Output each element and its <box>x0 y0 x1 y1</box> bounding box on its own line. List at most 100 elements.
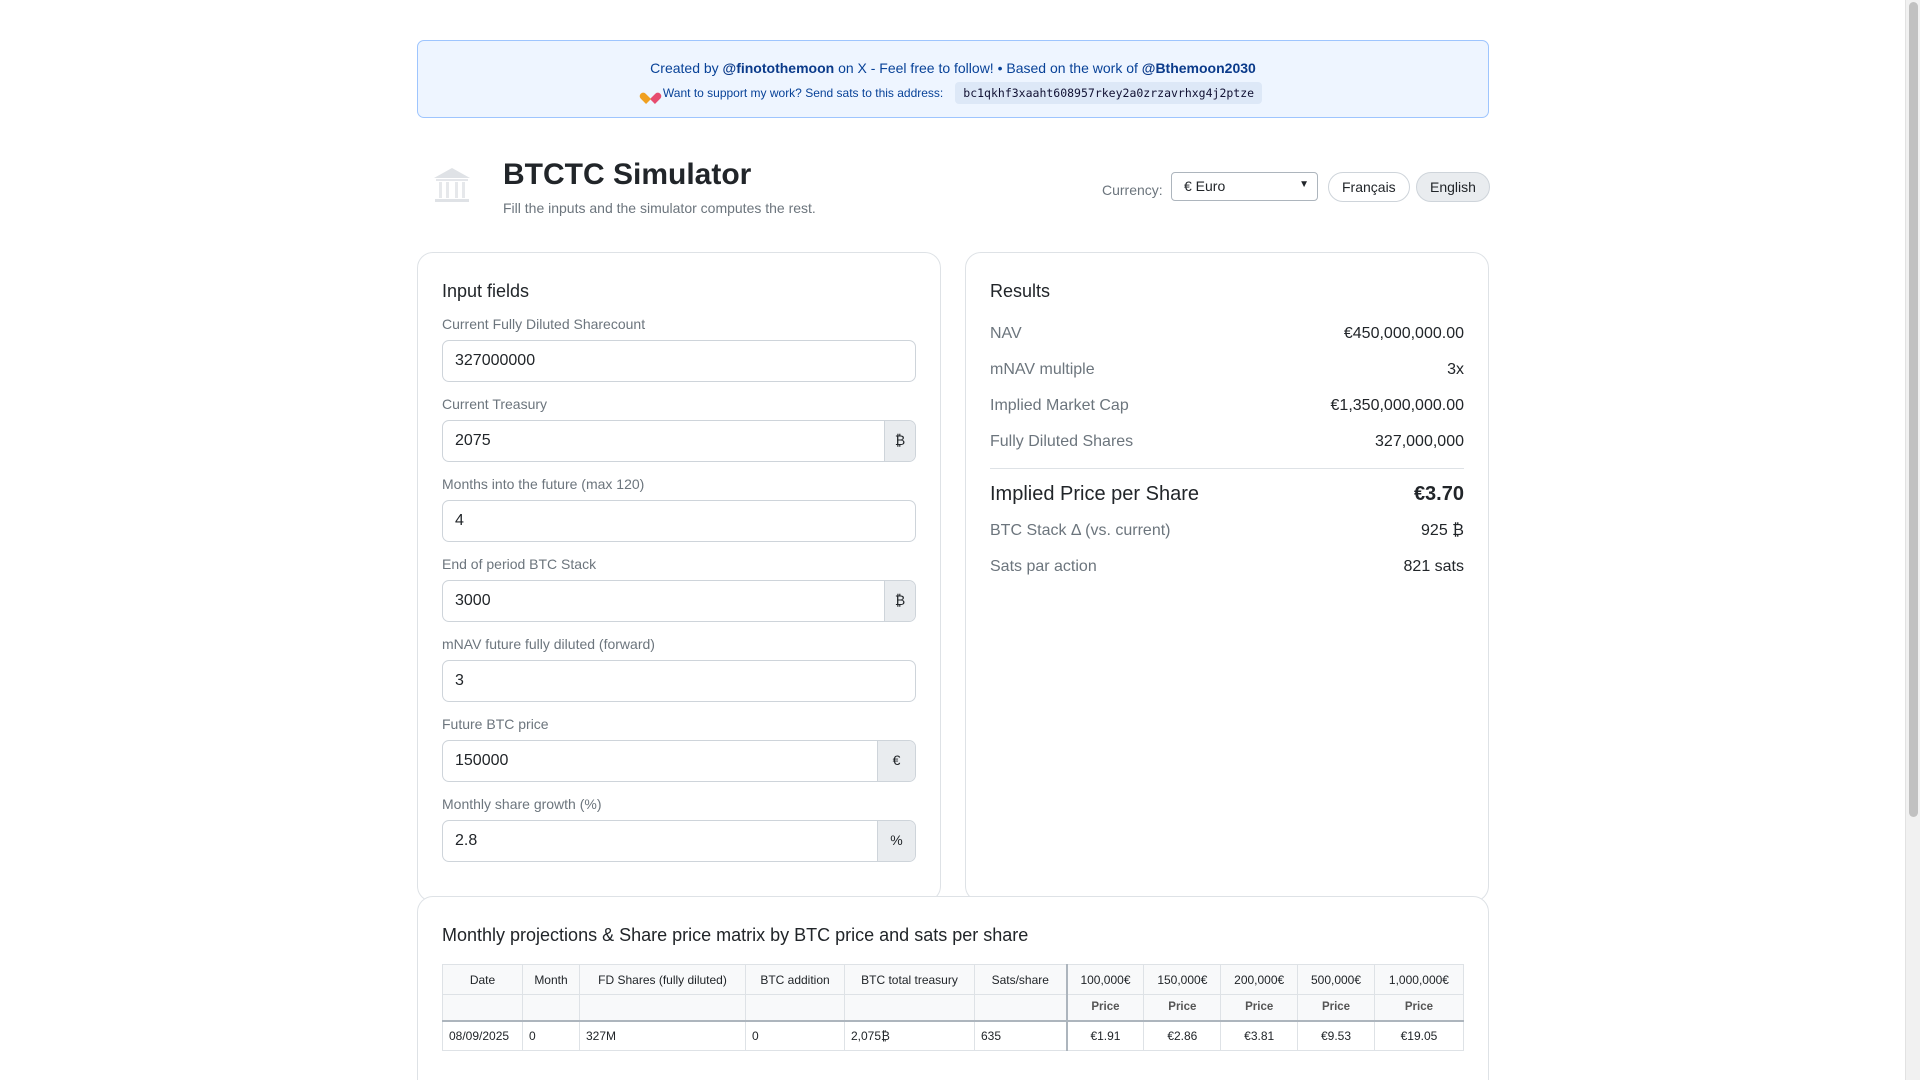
cell-sats-share: 635 <box>974 1020 1067 1051</box>
field-mnav: mNAV future fully diluted (forward) 3 <box>442 636 916 702</box>
input-value[interactable]: 4 <box>443 501 915 541</box>
page-title: BTCTC Simulator <box>503 158 752 191</box>
subheader-price: Price <box>1143 994 1222 1021</box>
col-header-price-150k[interactable]: 150,000€ <box>1143 964 1222 995</box>
subheader-price: Price <box>1297 994 1375 1021</box>
col-header-price-100k[interactable]: 100,000€ <box>1065 964 1145 995</box>
input-value[interactable]: 2.8 <box>443 821 877 861</box>
col-header-price-200k[interactable]: 200,000€ <box>1220 964 1299 995</box>
result-row-price-per-share: Implied Price per Share €3.70 <box>990 475 1464 513</box>
result-row-mnav: mNAV multiple 3x <box>990 352 1464 388</box>
cell-price: €19.05 <box>1373 1020 1465 1051</box>
mnav-input[interactable]: 3 <box>442 660 916 702</box>
author-link-bthemoon[interactable]: @Bthemoon2030 <box>1142 60 1256 76</box>
field-label: Current Fully Diluted Sharecount <box>442 316 646 332</box>
chevron-down-icon: ▼ <box>1299 179 1309 190</box>
cell-price: €2.86 <box>1143 1020 1222 1051</box>
field-end-stack: End of period BTC Stack 3000 ₿ <box>442 556 916 622</box>
support-text: Want to support my work? Send sats to th… <box>662 86 944 100</box>
result-value: €450,000,000.00 <box>1343 325 1464 342</box>
table-subheader-row: Price Price Price Price Price <box>442 994 1465 1021</box>
result-value: 925 ₿ <box>1421 522 1464 539</box>
lang-button-english[interactable]: English <box>1416 172 1490 202</box>
bitcoin-icon: ₿ <box>884 421 915 461</box>
currency-label: Currency: <box>1102 182 1163 198</box>
cell-price: €1.91 <box>1065 1020 1145 1051</box>
subheader-empty <box>844 994 975 1021</box>
subheader-empty <box>522 994 580 1021</box>
input-value[interactable]: 150000 <box>443 741 877 781</box>
share-growth-input[interactable]: 2.8 % <box>442 820 916 862</box>
col-header-sats-share[interactable]: Sats/share <box>974 964 1067 995</box>
cell-date: 08/09/2025 <box>442 1020 523 1051</box>
col-header-btc-treasury[interactable]: BTC total treasury <box>844 964 975 995</box>
field-label: Current Treasury <box>442 396 548 412</box>
cell-btc-addition: 0 <box>745 1020 845 1051</box>
credits-banner: Created by @finotothemoon on X - Feel fr… <box>417 40 1489 118</box>
euro-icon: € <box>877 741 915 781</box>
result-value: 327,000,000 <box>1375 433 1464 450</box>
result-main-value: €3.70 <box>1413 482 1464 505</box>
field-months: Months into the future (max 120) 4 <box>442 476 916 542</box>
treasury-input[interactable]: 2075 ₿ <box>442 420 916 462</box>
result-key: BTC Stack Δ (vs. current) <box>990 522 1171 539</box>
subheader-price: Price <box>1220 994 1299 1021</box>
result-row-shares: Fully Diluted Shares 327,000,000 <box>990 424 1464 460</box>
subheader-empty <box>745 994 845 1021</box>
field-label: End of period BTC Stack <box>442 556 597 572</box>
projections-title: Monthly projections & Share price matrix… <box>442 925 1029 945</box>
results-card-title: Results <box>990 281 1051 301</box>
result-key: NAV <box>990 325 1022 342</box>
currency-select-value: € Euro <box>1184 178 1226 194</box>
result-key: Fully Diluted Shares <box>990 433 1134 450</box>
col-header-date[interactable]: Date <box>442 964 523 995</box>
support-line: Want to support my work? Send sats to th… <box>418 82 1488 104</box>
bitcoin-icon: ₿ <box>884 581 915 621</box>
credits-line: Created by @finotothemoon on X - Feel fr… <box>418 59 1488 77</box>
results-divider <box>990 468 1464 469</box>
input-value[interactable]: 3 <box>443 661 915 701</box>
field-label: Months into the future (max 120) <box>442 476 645 492</box>
months-input[interactable]: 4 <box>442 500 916 542</box>
subheader-empty <box>579 994 746 1021</box>
result-row-btc-delta: BTC Stack Δ (vs. current) 925 ₿ <box>990 513 1464 549</box>
field-label: Future BTC price <box>442 716 549 732</box>
lang-button-french[interactable]: Français <box>1328 172 1410 202</box>
currency-select[interactable]: € Euro ▼ <box>1171 172 1318 201</box>
input-value[interactable]: 3000 <box>443 581 884 621</box>
col-header-fd-shares[interactable]: FD Shares (fully diluted) <box>579 964 746 995</box>
input-card-title: Input fields <box>442 281 530 301</box>
cell-fd-shares: 327M <box>579 1020 746 1051</box>
cards-row: Input fields Current Fully Diluted Share… <box>417 252 1489 902</box>
result-key: Implied Market Cap <box>990 397 1129 414</box>
field-treasury: Current Treasury 2075 ₿ <box>442 396 916 462</box>
result-row-sats: Sats par action 821 sats <box>990 549 1464 585</box>
page-container: Created by @finotothemoon on X - Feel fr… <box>417 40 1490 902</box>
input-value[interactable]: 2075 <box>443 421 884 461</box>
field-btc-price: Future BTC price 150000 € <box>442 716 916 782</box>
credits-middle: on X - Feel free to follow! • Based on t… <box>838 60 1138 76</box>
projections-table: Date Month FD Shares (fully diluted) BTC… <box>442 964 1465 1051</box>
app-header: BTCTC Simulator Fill the inputs and the … <box>417 142 1490 242</box>
input-value[interactable]: 327000000 <box>443 341 915 381</box>
author-link-finotothemoon[interactable]: @finotothemoon <box>723 60 835 76</box>
sharecount-input[interactable]: 327000000 <box>442 340 916 382</box>
bank-icon <box>434 168 470 202</box>
projections-card: Monthly projections & Share price matrix… <box>417 896 1489 1080</box>
btc-price-input[interactable]: 150000 € <box>442 740 916 782</box>
field-label: Monthly share growth (%) <box>442 796 602 812</box>
subheader-empty <box>442 994 523 1021</box>
scrollbar-thumb[interactable] <box>1909 2 1918 817</box>
col-header-month[interactable]: Month <box>522 964 580 995</box>
end-stack-input[interactable]: 3000 ₿ <box>442 580 916 622</box>
col-header-price-500k[interactable]: 500,000€ <box>1297 964 1375 995</box>
page-scrollbar[interactable] <box>1905 0 1920 1080</box>
col-header-price-1m[interactable]: 1,000,000€ <box>1373 964 1465 995</box>
subheader-price: Price <box>1065 994 1145 1021</box>
cell-btc-treasury: 2,075₿ <box>844 1020 975 1051</box>
field-sharecount: Current Fully Diluted Sharecount 3270000… <box>442 316 916 382</box>
col-header-btc-addition[interactable]: BTC addition <box>745 964 845 995</box>
table-header-row: Date Month FD Shares (fully diluted) BTC… <box>442 964 1465 995</box>
credits-prefix: Created by <box>650 60 719 76</box>
btc-address[interactable]: bc1qkhf3xaaht608957rkey2a0zrzavrhxg4j2pt… <box>955 82 1263 104</box>
